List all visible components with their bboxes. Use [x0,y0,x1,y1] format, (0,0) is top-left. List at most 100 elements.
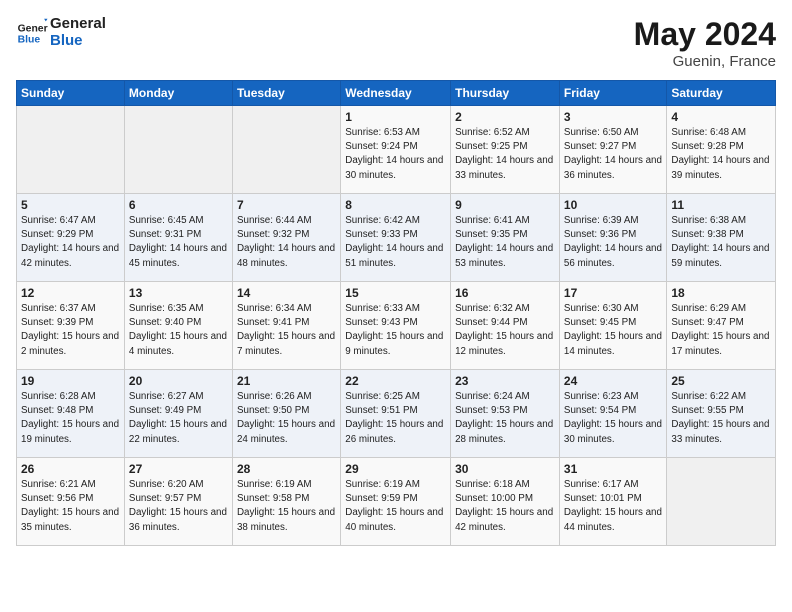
day-cell: 10Sunrise: 6:39 AM Sunset: 9:36 PM Dayli… [559,194,666,282]
day-info: Sunrise: 6:34 AM Sunset: 9:41 PM Dayligh… [237,302,336,359]
day-number: 24 [564,374,662,388]
day-info: Sunrise: 6:28 AM Sunset: 9:48 PM Dayligh… [21,390,120,447]
day-info: Sunrise: 6:27 AM Sunset: 9:49 PM Dayligh… [129,390,228,447]
day-number: 21 [237,374,336,388]
day-number: 17 [564,286,662,300]
day-of-week-thursday: Thursday [451,81,560,106]
day-number: 25 [671,374,771,388]
day-of-week-tuesday: Tuesday [232,81,340,106]
day-info: Sunrise: 6:21 AM Sunset: 9:56 PM Dayligh… [21,478,120,535]
day-number: 1 [345,110,446,124]
day-cell: 1 Sunrise: 6:53 AM Sunset: 9:24 PM Daylig… [341,106,451,194]
day-info: Sunrise: 6:39 AM Sunset: 9:36 PM Dayligh… [564,214,662,271]
day-info: Sunrise: 6:38 AM Sunset: 9:38 PM Dayligh… [671,214,771,271]
title-block: May 2024 Guenin, France [634,16,776,70]
day-number: 3 [564,110,662,124]
calendar-header: SundayMondayTuesdayWednesdayThursdayFrid… [17,81,776,106]
day-info: Sunrise: 6:42 AM Sunset: 9:33 PM Dayligh… [345,214,446,271]
day-info: Sunrise: 6:30 AM Sunset: 9:45 PM Dayligh… [564,302,662,359]
day-cell: 12Sunrise: 6:37 AM Sunset: 9:39 PM Dayli… [17,282,125,370]
day-info: Sunrise: 6:25 AM Sunset: 9:51 PM Dayligh… [345,390,446,447]
day-info: Sunrise: 6:17 AM Sunset: 10:01 PM Daylig… [564,478,662,535]
day-cell: 15 Sunrise: 6:33 AM Sunset: 9:43 PM Dayli… [341,282,451,370]
day-number: 6 [129,198,228,212]
week-row-1: 5 Sunrise: 6:47 AM Sunset: 9:29 PM Daylig… [17,194,776,282]
day-cell: 30 Sunrise: 6:18 AM Sunset: 10:00 PM Dayl… [451,458,560,546]
day-cell: 29Sunrise: 6:19 AM Sunset: 9:59 PM Dayli… [341,458,451,546]
day-number: 18 [671,286,771,300]
day-info: Sunrise: 6:18 AM Sunset: 10:00 PM Daylig… [455,478,555,535]
day-info: Sunrise: 6:53 AM Sunset: 9:24 PM Dayligh… [345,126,446,183]
day-number: 19 [21,374,120,388]
day-of-week-friday: Friday [559,81,666,106]
day-cell: 16 Sunrise: 6:32 AM Sunset: 9:44 PM Dayli… [451,282,560,370]
day-cell [17,106,125,194]
day-info: Sunrise: 6:50 AM Sunset: 9:27 PM Dayligh… [564,126,662,183]
day-cell: 11 Sunrise: 6:38 AM Sunset: 9:38 PM Dayli… [667,194,776,282]
day-cell: 17 Sunrise: 6:30 AM Sunset: 9:45 PM Dayli… [559,282,666,370]
day-cell [667,458,776,546]
day-info: Sunrise: 6:23 AM Sunset: 9:54 PM Dayligh… [564,390,662,447]
week-row-0: 1 Sunrise: 6:53 AM Sunset: 9:24 PM Daylig… [17,106,776,194]
calendar-body: 1 Sunrise: 6:53 AM Sunset: 9:24 PM Daylig… [17,106,776,546]
day-info: Sunrise: 6:45 AM Sunset: 9:31 PM Dayligh… [129,214,228,271]
day-number: 22 [345,374,446,388]
week-row-3: 19 Sunrise: 6:28 AM Sunset: 9:48 PM Dayli… [17,370,776,458]
day-cell: 25 Sunrise: 6:22 AM Sunset: 9:55 PM Dayli… [667,370,776,458]
day-info: Sunrise: 6:44 AM Sunset: 9:32 PM Dayligh… [237,214,336,271]
day-cell: 26 Sunrise: 6:21 AM Sunset: 9:56 PM Dayli… [17,458,125,546]
day-of-week-monday: Monday [124,81,232,106]
day-cell: 2 Sunrise: 6:52 AM Sunset: 9:25 PM Daylig… [451,106,560,194]
day-info: Sunrise: 6:29 AM Sunset: 9:47 PM Dayligh… [671,302,771,359]
day-cell: 31 Sunrise: 6:17 AM Sunset: 10:01 PM Dayl… [559,458,666,546]
day-info: Sunrise: 6:32 AM Sunset: 9:44 PM Dayligh… [455,302,555,359]
day-info: Sunrise: 6:33 AM Sunset: 9:43 PM Dayligh… [345,302,446,359]
day-number: 30 [455,462,555,476]
day-cell: 8Sunrise: 6:42 AM Sunset: 9:33 PM Daylig… [341,194,451,282]
day-number: 5 [21,198,120,212]
day-number: 28 [237,462,336,476]
day-cell [124,106,232,194]
header: General Blue General Blue May 2024 Gueni… [16,16,776,70]
day-info: Sunrise: 6:52 AM Sunset: 9:25 PM Dayligh… [455,126,555,183]
day-info: Sunrise: 6:37 AM Sunset: 9:39 PM Dayligh… [21,302,120,359]
day-number: 29 [345,462,446,476]
location: Guenin, France [634,53,776,70]
day-number: 15 [345,286,446,300]
day-number: 2 [455,110,555,124]
day-cell: 22 Sunrise: 6:25 AM Sunset: 9:51 PM Dayli… [341,370,451,458]
day-info: Sunrise: 6:35 AM Sunset: 9:40 PM Dayligh… [129,302,228,359]
day-number: 27 [129,462,228,476]
day-cell: 13Sunrise: 6:35 AM Sunset: 9:40 PM Dayli… [124,282,232,370]
day-cell: 20 Sunrise: 6:27 AM Sunset: 9:49 PM Dayli… [124,370,232,458]
week-row-2: 12Sunrise: 6:37 AM Sunset: 9:39 PM Dayli… [17,282,776,370]
day-of-week-wednesday: Wednesday [341,81,451,106]
day-info: Sunrise: 6:22 AM Sunset: 9:55 PM Dayligh… [671,390,771,447]
day-cell: 19 Sunrise: 6:28 AM Sunset: 9:48 PM Dayli… [17,370,125,458]
day-number: 31 [564,462,662,476]
calendar: SundayMondayTuesdayWednesdayThursdayFrid… [16,80,776,546]
week-row-4: 26 Sunrise: 6:21 AM Sunset: 9:56 PM Dayli… [17,458,776,546]
day-info: Sunrise: 6:41 AM Sunset: 9:35 PM Dayligh… [455,214,555,271]
day-info: Sunrise: 6:26 AM Sunset: 9:50 PM Dayligh… [237,390,336,447]
day-cell: 6 Sunrise: 6:45 AM Sunset: 9:31 PM Daylig… [124,194,232,282]
day-number: 4 [671,110,771,124]
day-info: Sunrise: 6:20 AM Sunset: 9:57 PM Dayligh… [129,478,228,535]
svg-text:General: General [18,23,48,34]
logo: General Blue General Blue [16,16,106,49]
day-cell: 18 Sunrise: 6:29 AM Sunset: 9:47 PM Dayli… [667,282,776,370]
day-cell: 23Sunrise: 6:24 AM Sunset: 9:53 PM Dayli… [451,370,560,458]
logo-text-blue: Blue [50,33,106,50]
day-header-row: SundayMondayTuesdayWednesdayThursdayFrid… [17,81,776,106]
day-cell: 28Sunrise: 6:19 AM Sunset: 9:58 PM Dayli… [232,458,340,546]
day-cell [232,106,340,194]
day-cell: 27 Sunrise: 6:20 AM Sunset: 9:57 PM Dayli… [124,458,232,546]
day-info: Sunrise: 6:47 AM Sunset: 9:29 PM Dayligh… [21,214,120,271]
day-cell: 14Sunrise: 6:34 AM Sunset: 9:41 PM Dayli… [232,282,340,370]
month-year: May 2024 [634,16,776,53]
day-number: 16 [455,286,555,300]
day-number: 11 [671,198,771,212]
day-cell: 24 Sunrise: 6:23 AM Sunset: 9:54 PM Dayli… [559,370,666,458]
day-number: 26 [21,462,120,476]
day-number: 20 [129,374,228,388]
